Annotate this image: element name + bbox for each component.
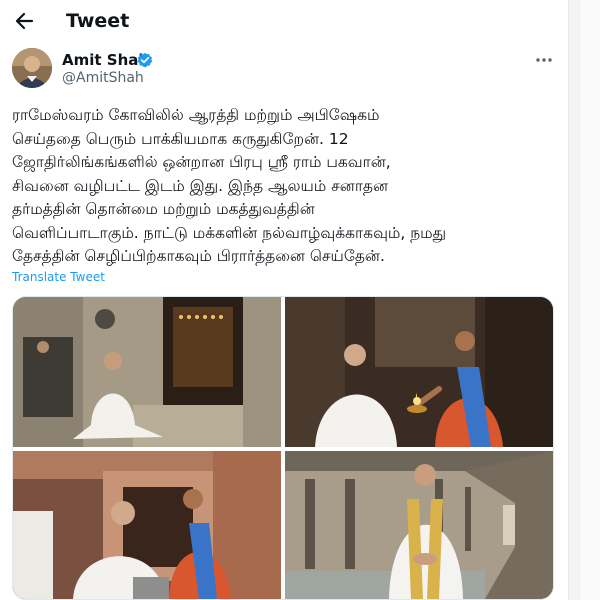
translate-tweet-link[interactable]: Translate Tweet — [12, 270, 105, 284]
sidebar-card-edge — [579, 0, 600, 600]
avatar[interactable] — [12, 48, 52, 88]
tweet-column: Tweet Amit Shah @AmitShah ராமேஸ்வரம் கோவ… — [0, 0, 569, 600]
arrow-left-icon[interactable] — [12, 8, 38, 34]
tweet-header: Tweet — [0, 0, 566, 44]
tweet-photo-2[interactable] — [285, 297, 553, 447]
tweet-text-line: ஜோதிர்லிங்கங்களில் ஒன்றான பிரபு ஸ்ரீ ராம… — [12, 153, 391, 171]
tweet-photo-3[interactable] — [13, 451, 281, 599]
more-options-icon[interactable] — [534, 50, 554, 70]
tweet-text: ராமேஸ்வரம் கோவிலில் ஆரத்தி மற்றும் அபிஷே… — [12, 104, 552, 269]
tweet-photo-1[interactable] — [13, 297, 281, 447]
right-sidebar-edge — [568, 0, 600, 600]
tweet-text-line: செய்ததை பெரும் பாக்கியமாக கருதுகிறேன். 1… — [12, 129, 349, 148]
author-handle[interactable]: @AmitShah — [62, 70, 144, 86]
page-title: Tweet — [66, 10, 130, 32]
media-grid — [12, 296, 554, 600]
verified-badge-icon — [137, 52, 153, 68]
tweet-text-line: ராமேஸ்வரம் கோவிலில் ஆரத்தி மற்றும் அபிஷே… — [12, 106, 380, 124]
tweet-text-line: வெளிப்பாடாகும். நாட்டு மக்களின் நல்வாழ்வ… — [12, 223, 447, 242]
tweet-text-line: சிவனை வழிபட்ட இடம் இது. இந்த ஆலயம் சனாதன — [12, 176, 389, 195]
tweet-text-line: தர்மத்தின் தொன்மை மற்றும் மகத்துவத்தின் — [12, 200, 315, 218]
author-name[interactable]: Amit Shah — [62, 51, 149, 69]
tweet-text-line: தேசத்தின் செழிப்பிற்காகவும் பிரார்த்தனை … — [12, 247, 385, 265]
tweet-photo-4[interactable] — [285, 451, 553, 599]
page: Tweet Amit Shah @AmitShah ராமேஸ்வரம் கோவ… — [0, 0, 600, 600]
